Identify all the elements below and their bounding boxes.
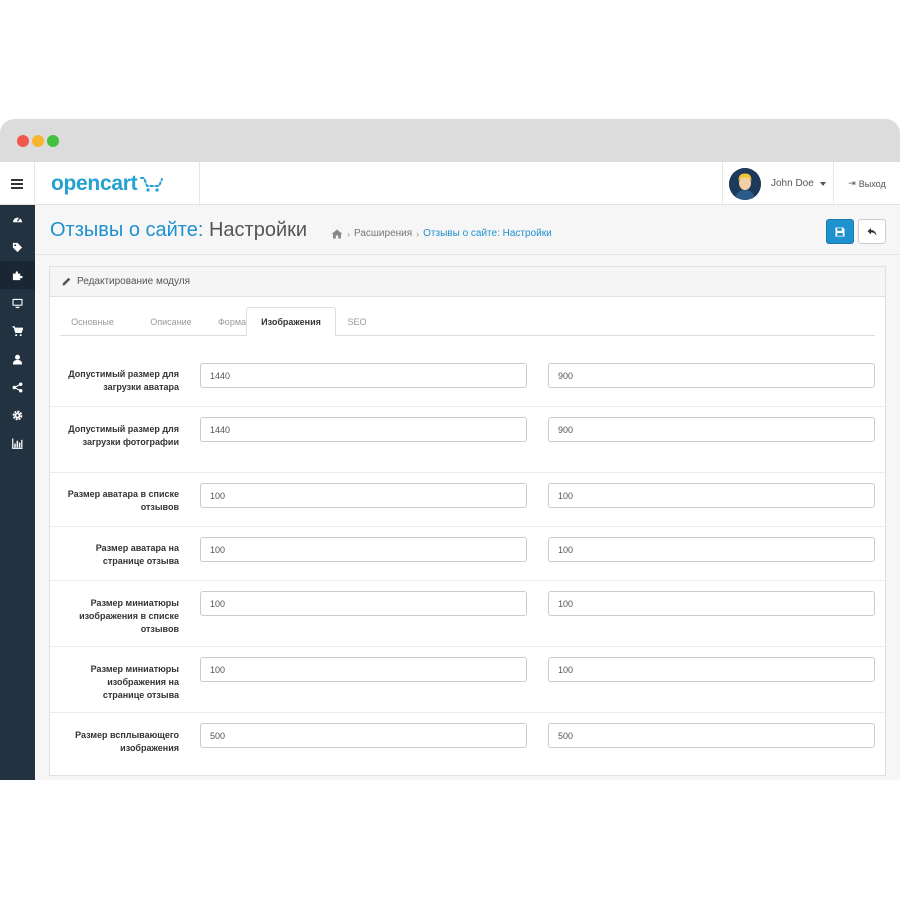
width-input[interactable]: 100	[200, 483, 527, 508]
user-icon	[12, 354, 23, 365]
height-input[interactable]: 100	[548, 483, 875, 508]
field-label: Размер миниатюры изображения в списке от…	[79, 598, 179, 634]
width-input[interactable]: 1440	[200, 417, 527, 442]
sidebar-item-customers[interactable]	[0, 345, 35, 373]
minimize-window-button[interactable]	[32, 135, 44, 147]
sidebar-item-sales[interactable]	[0, 317, 35, 345]
top-navbar: opencart John Doe ⇥ Выход	[0, 162, 900, 205]
sign-out-icon: ⇥	[848, 178, 856, 188]
desktop-icon	[12, 298, 23, 308]
tags-icon	[12, 242, 23, 252]
form-row: Допустимый размер для загрузки аватара 1…	[50, 353, 885, 407]
field-label: Размер аватара на странице отзыва	[95, 543, 179, 566]
sidebar-item-dashboard[interactable]	[0, 205, 35, 233]
form-row: Размер миниатюры изображения в списке от…	[50, 581, 885, 647]
breadcrumb-extensions[interactable]: Расширения	[354, 228, 412, 239]
tab-general[interactable]: Основные	[60, 307, 125, 336]
width-input[interactable]: 1440	[200, 363, 527, 388]
sidebar-item-extensions[interactable]	[0, 261, 35, 289]
save-button[interactable]	[826, 219, 854, 244]
app-window: opencart John Doe ⇥ Выход Отзывы о сайте…	[0, 119, 900, 780]
logo[interactable]: opencart	[35, 162, 200, 205]
tab-seo[interactable]: SEO	[343, 307, 371, 336]
user-name: John Doe	[771, 178, 814, 189]
reply-icon	[867, 227, 877, 236]
bar-chart-icon	[12, 437, 23, 449]
main-content: Отзывы о сайте: Настройки › Расширения ›…	[35, 205, 900, 780]
logout-label: Выход	[858, 178, 886, 189]
height-input[interactable]: 100	[548, 537, 875, 562]
logout-link[interactable]: ⇥ Выход	[833, 162, 900, 205]
width-input[interactable]: 100	[200, 537, 527, 562]
sidebar-item-marketing[interactable]	[0, 373, 35, 401]
pencil-icon	[62, 277, 71, 286]
width-input[interactable]: 100	[200, 591, 527, 616]
field-label: Допустимый размер для загрузки аватара	[68, 369, 179, 392]
field-label: Допустимый размер для загрузки фотографи…	[68, 424, 179, 447]
width-input[interactable]: 500	[200, 723, 527, 748]
user-menu[interactable]: John Doe	[722, 162, 833, 205]
sidebar-item-catalog[interactable]	[0, 233, 35, 261]
field-label: Размер всплывающего изображения	[75, 730, 179, 753]
width-input[interactable]: 100	[200, 657, 527, 682]
page-header: Отзывы о сайте: Настройки › Расширения ›…	[35, 205, 900, 255]
cog-icon	[12, 410, 23, 420]
edit-module-panel: Редактирование модуля Основные Описание …	[49, 266, 886, 776]
back-button[interactable]	[858, 219, 886, 244]
share-icon	[12, 382, 23, 392]
sidebar-item-system[interactable]	[0, 401, 35, 429]
height-input[interactable]: 500	[548, 723, 875, 748]
panel-heading-title: Редактирование модуля	[77, 276, 191, 287]
height-input[interactable]: 100	[548, 591, 875, 616]
breadcrumb-current[interactable]: Отзывы о сайте: Настройки	[423, 228, 552, 239]
tab-description[interactable]: Описание	[136, 307, 206, 336]
save-icon	[835, 227, 845, 236]
maximize-window-button[interactable]	[47, 135, 59, 147]
menu-toggle-button[interactable]	[0, 162, 35, 205]
cart-logo-icon	[140, 176, 164, 192]
puzzle-icon	[12, 270, 23, 280]
home-icon[interactable]	[331, 229, 343, 239]
chevron-down-icon	[819, 181, 826, 186]
avatar	[729, 167, 761, 200]
breadcrumb: › Расширения › Отзывы о сайте: Настройки	[331, 228, 552, 239]
form-row: Допустимый размер для загрузки фотографи…	[50, 407, 885, 473]
hamburger-icon	[11, 178, 23, 189]
sidebar	[0, 205, 35, 780]
height-input[interactable]: 100	[548, 657, 875, 682]
window-titlebar	[0, 119, 900, 162]
form-row: Размер всплывающего изображения 500 500	[50, 713, 885, 773]
logo-text: opencart	[51, 171, 138, 195]
dashboard-icon	[12, 216, 23, 222]
breadcrumb-separator: ›	[416, 228, 420, 239]
close-window-button[interactable]	[17, 135, 29, 147]
sidebar-item-design[interactable]	[0, 289, 35, 317]
height-input[interactable]: 900	[548, 417, 875, 442]
tab-images[interactable]: Изображения	[246, 307, 336, 337]
form-row: Размер аватара на странице отзыва 100 10…	[50, 527, 885, 581]
page-title-main: Отзывы о сайте:	[50, 219, 209, 241]
sidebar-item-reports[interactable]	[0, 429, 35, 457]
panel-heading: Редактирование модуля	[50, 267, 885, 297]
page-title-sub: Настройки	[208, 219, 308, 241]
page-title: Отзывы о сайте: Настройки	[50, 219, 307, 242]
breadcrumb-separator: ›	[347, 228, 350, 239]
field-label: Размер аватара в списке отзывов	[67, 489, 179, 512]
height-input[interactable]: 900	[548, 363, 875, 388]
form-row: Размер миниатюры изображения на странице…	[50, 647, 885, 713]
cart-icon	[12, 325, 23, 336]
form-row: Размер аватара в списке отзывов 100 100	[50, 473, 885, 527]
tabs: Основные Описание Форма Изображения SEO	[60, 307, 875, 337]
field-label: Размер миниатюры изображения на странице…	[90, 664, 179, 700]
